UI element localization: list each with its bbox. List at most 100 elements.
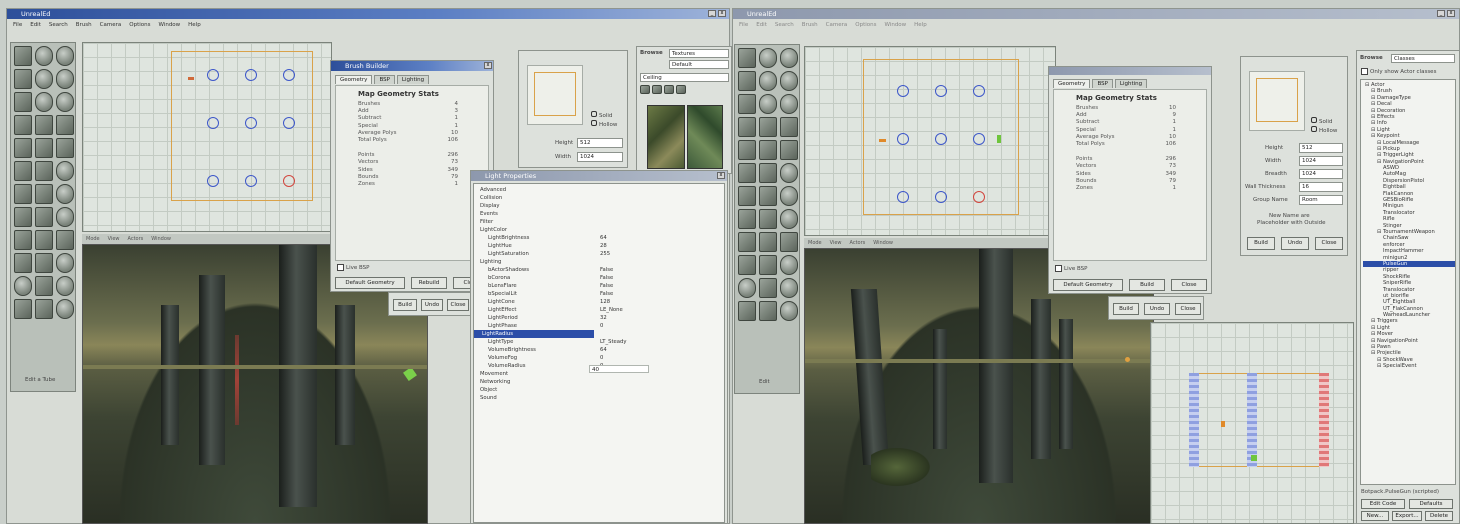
undo-icon[interactable] [738, 278, 756, 298]
subtract-brush-icon[interactable] [759, 186, 777, 206]
pickup-icon[interactable] [403, 367, 417, 381]
cone-brush-icon[interactable] [56, 69, 74, 89]
texture-pan-icon[interactable] [738, 140, 756, 160]
property-row[interactable]: LightSaturation 255 [480, 250, 724, 258]
path-node-icon[interactable] [935, 133, 947, 145]
cylinder-brush-icon[interactable] [759, 71, 777, 91]
property-row[interactable]: LightPeriod 32 [480, 314, 724, 322]
geometry-dialog-title-bar[interactable]: Brush Builder [331, 61, 493, 71]
camera-tool-icon[interactable] [14, 46, 32, 66]
property-row[interactable]: Events [480, 210, 724, 218]
property-row[interactable]: bLensFlare False [480, 282, 724, 290]
right-title-bar[interactable]: UnrealEd [733, 9, 1459, 19]
property-row[interactable]: LightHue 28 [480, 242, 724, 250]
intersect-icon[interactable] [56, 184, 74, 204]
export-button[interactable]: Export... [1392, 511, 1422, 521]
texture-view-icon[interactable] [652, 85, 662, 94]
redo-icon[interactable] [35, 276, 53, 296]
menu-camera[interactable]: Camera [826, 22, 848, 28]
volumetric-icon[interactable] [780, 140, 798, 160]
select-invert-icon[interactable] [56, 230, 74, 250]
play-map-icon[interactable] [56, 276, 74, 296]
path-node-icon[interactable] [207, 69, 219, 81]
live-bsp-checkbox[interactable]: Live BSP [337, 264, 369, 271]
properties-title-bar[interactable]: Light Properties [471, 171, 727, 181]
path-node-icon[interactable] [897, 85, 909, 97]
viewport-menu-view[interactable]: View [108, 234, 120, 244]
undo-button[interactable]: Undo [1281, 237, 1309, 250]
build-button[interactable]: Build [1247, 237, 1275, 250]
menu-camera[interactable]: Camera [100, 22, 122, 28]
height-field[interactable]: 512 [577, 138, 623, 148]
property-row[interactable]: VolumeBrightness 64 [480, 346, 724, 354]
add-brush-icon[interactable] [738, 186, 756, 206]
property-row[interactable]: Filter [480, 218, 724, 226]
path-node-icon[interactable] [245, 117, 257, 129]
property-row[interactable]: LightBrightness 64 [480, 234, 724, 242]
menu-help[interactable]: Help [914, 22, 927, 28]
texture-rotate-icon[interactable] [759, 140, 777, 160]
viewport-menu-actors[interactable]: Actors [128, 234, 144, 244]
show-selected-icon[interactable] [14, 230, 32, 250]
hide-selected-icon[interactable] [759, 232, 777, 252]
volumetric-icon[interactable] [56, 138, 74, 158]
new-class-button[interactable]: New... [1361, 511, 1389, 521]
texture-rotate-icon[interactable] [35, 138, 53, 158]
sphere-brush-icon[interactable] [780, 48, 798, 68]
property-row[interactable]: Advanced [480, 186, 724, 194]
paste-icon[interactable] [780, 255, 798, 275]
cone-brush-icon[interactable] [780, 71, 798, 91]
show-selected-icon[interactable] [738, 232, 756, 252]
hide-selected-icon[interactable] [35, 230, 53, 250]
path-node-icon[interactable] [245, 69, 257, 81]
property-row[interactable]: Sound [480, 394, 724, 402]
grid-toggle-icon[interactable] [14, 299, 32, 319]
rotate-tool-icon[interactable] [14, 115, 32, 135]
property-row[interactable]: bSpecialLit False [480, 290, 724, 298]
tab-lighting[interactable]: Lighting [396, 75, 430, 84]
menu-window[interactable]: Window [158, 22, 180, 28]
subtract-brush-icon[interactable] [35, 184, 53, 204]
viewport-menu-window[interactable]: Window [873, 238, 893, 248]
play-map-icon[interactable] [780, 278, 798, 298]
property-row[interactable]: Lighting [480, 258, 724, 266]
brush-clip-icon[interactable] [35, 161, 53, 181]
special-brush-icon[interactable] [56, 207, 74, 227]
property-row[interactable]: Collision [480, 194, 724, 202]
menu-search[interactable]: Search [775, 22, 794, 28]
cut-icon[interactable] [759, 255, 777, 275]
package-dropdown[interactable]: Default [669, 60, 729, 69]
viewport-menu-mode[interactable]: Mode [86, 234, 100, 244]
show-all-icon[interactable] [738, 255, 756, 275]
property-row[interactable]: bActorShadows False [480, 266, 724, 274]
menu-brush[interactable]: Brush [802, 22, 818, 28]
property-row[interactable]: VolumeFog 0 [480, 354, 724, 362]
build-button[interactable]: Build [393, 299, 417, 311]
menu-file[interactable]: File [739, 22, 748, 28]
property-row[interactable]: bCorona False [480, 274, 724, 282]
path-node-icon[interactable] [973, 85, 985, 97]
path-node-icon[interactable] [973, 133, 985, 145]
tab-bsp[interactable]: BSP [374, 75, 395, 84]
sphere-brush-icon[interactable] [759, 48, 777, 68]
snap-toggle-icon[interactable] [759, 301, 777, 321]
lock-icon[interactable] [56, 299, 74, 319]
path-node-icon[interactable] [897, 191, 909, 203]
group-name-field[interactable]: Room [1299, 195, 1343, 205]
path-node-icon[interactable] [897, 133, 909, 145]
path-node-icon[interactable] [207, 175, 219, 187]
scale-tool-icon[interactable] [14, 92, 32, 112]
build-button[interactable]: Build [1113, 303, 1139, 315]
edit-code-button[interactable]: Edit Code [1361, 499, 1405, 509]
stair-brush-icon[interactable] [780, 94, 798, 114]
texture-view-icon[interactable] [676, 85, 686, 94]
spiral-stair-icon[interactable] [56, 161, 74, 181]
path-node-icon[interactable] [935, 85, 947, 97]
player-character-icon[interactable] [871, 445, 935, 489]
menu-options[interactable]: Options [855, 22, 876, 28]
property-row[interactable]: LightPhase 0 [480, 322, 724, 330]
menu-search[interactable]: Search [49, 22, 68, 28]
property-row[interactable]: LightType LT_Steady [480, 338, 724, 346]
viewport-menu-actors[interactable]: Actors [850, 238, 866, 248]
add-brush-icon[interactable] [14, 184, 32, 204]
